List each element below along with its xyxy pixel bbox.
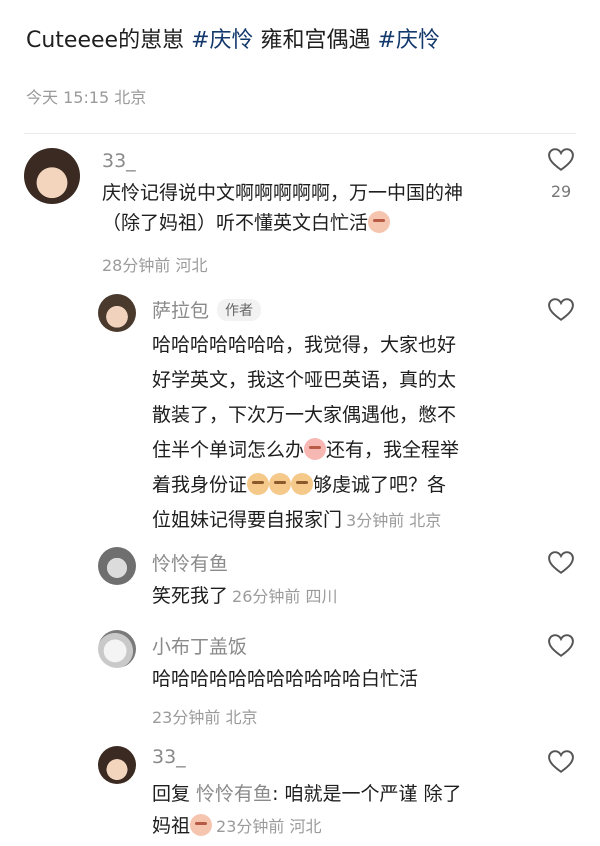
comment-text: 哈哈哈哈哈哈哈哈哈哈哈白忙活 (152, 668, 419, 690)
comment-text: 哈哈哈哈哈哈哈，我觉得，大家也好 好学英文，我这个哑巴英语，真的太 散装了，下次… (152, 334, 460, 531)
comment-meta: 26分钟前 四川 (232, 587, 338, 606)
dog-face-icon (269, 473, 292, 495)
comment-author[interactable]: 33_ (102, 150, 136, 172)
comment-meta: 23分钟前 北京 (152, 708, 258, 727)
comment-text: 庆怜记得说中文啊啊啊啊啊，万一中国的神 （除了妈祖）听不懂英文白忙活 (102, 182, 464, 234)
dog-face-icon (247, 473, 270, 495)
comment-meta: 23分钟前 河北 (216, 817, 322, 836)
avatar[interactable] (98, 630, 136, 668)
tongue-face-icon (190, 814, 213, 836)
comment-author[interactable]: 小布丁盖饭 (152, 632, 247, 659)
heart-outline-icon[interactable] (548, 298, 574, 322)
post-timestamp: 今天 15:15 北京 (26, 88, 147, 107)
tongue-face-icon (368, 211, 391, 233)
comment-meta: 3分钟前 北京 (346, 511, 442, 530)
comment-text: 回复 怜怜有鱼: 咱就是一个严谨 除了 妈祖 23分钟前 河北 (152, 783, 462, 837)
author-badge: 作者 (217, 299, 262, 321)
comment-author[interactable]: 萨拉包 作者 (152, 296, 262, 323)
avatar[interactable] (98, 294, 136, 332)
heart-outline-icon[interactable] (548, 634, 574, 658)
comment-text: 笑死我了 26分钟前 四川 (152, 585, 338, 607)
comment-author[interactable]: 怜怜有鱼 (152, 549, 228, 576)
dog-face-icon (291, 473, 314, 495)
crying-face-icon (304, 438, 327, 460)
hashtag-link[interactable]: #庆怜 (191, 28, 253, 53)
avatar[interactable] (98, 547, 136, 585)
comment-author[interactable]: 33_ (152, 746, 186, 768)
hashtag-link[interactable]: #庆怜 (378, 28, 440, 53)
divider (24, 133, 576, 134)
avatar[interactable] (24, 148, 80, 204)
heart-outline-icon[interactable] (548, 148, 574, 172)
like-count: 29 (550, 182, 572, 201)
avatar[interactable] (98, 746, 136, 784)
comment-meta: 28分钟前 河北 (102, 256, 208, 275)
reply-to-user[interactable]: 怜怜有鱼 (196, 783, 272, 805)
post-title: Cuteeee的崽崽 #庆怜 雍和宫偶遇 #庆怜 (26, 28, 440, 53)
heart-outline-icon[interactable] (548, 750, 574, 774)
heart-outline-icon[interactable] (548, 551, 574, 575)
